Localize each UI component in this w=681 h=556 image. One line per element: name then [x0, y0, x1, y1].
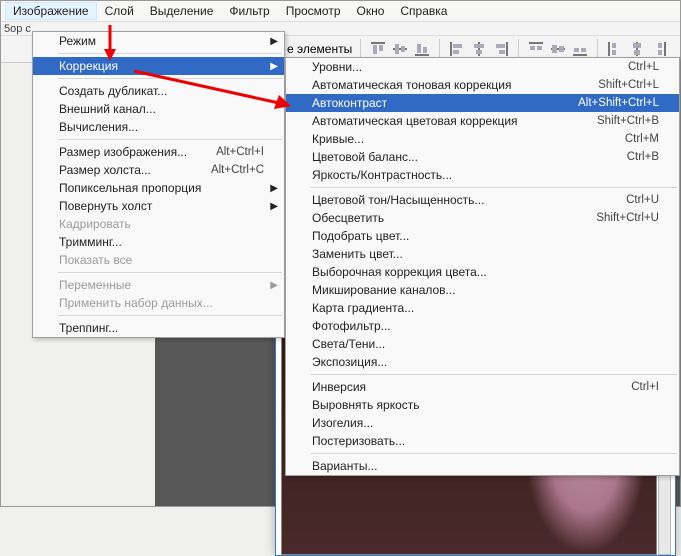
- menu-mode[interactable]: Режим▶: [33, 32, 284, 50]
- menubar: Изображение Слой Выделение Фильтр Просмо…: [1, 1, 680, 21]
- menu-hue-saturation[interactable]: Цветовой тон/Насыщенность...Ctrl+U: [286, 191, 679, 209]
- align-top-icon[interactable]: [369, 40, 387, 58]
- menu-replace-color[interactable]: Заменить цвет...: [286, 245, 679, 263]
- align-hcenter-icon[interactable]: [470, 40, 488, 58]
- menu-pixel-aspect[interactable]: Попиксельная пропорция▶: [33, 179, 284, 197]
- menu-shadows-highlights[interactable]: Света/Тени...: [286, 335, 679, 353]
- distribute-hcenter-icon[interactable]: [628, 40, 646, 58]
- menu-auto-color[interactable]: Автоматическая цветовая коррекцияShift+C…: [286, 112, 679, 130]
- menu-invert[interactable]: ИнверсияCtrl+I: [286, 378, 679, 396]
- menu-brightness-contrast[interactable]: Яркость/Контрастность...: [286, 166, 679, 184]
- menu-threshold[interactable]: Изогелия...: [286, 414, 679, 432]
- distribute-left-icon[interactable]: [606, 40, 624, 58]
- menu-separator: [58, 272, 282, 273]
- distribute-top-icon[interactable]: [527, 40, 545, 58]
- menu-separator: [58, 53, 282, 54]
- adjustments-submenu: Уровни...Ctrl+L Автоматическая тоновая к…: [285, 57, 680, 476]
- menu-separator: [311, 374, 677, 375]
- menu-variations[interactable]: Варианты...: [286, 457, 679, 475]
- toolbar-separator: [518, 39, 519, 59]
- options-strip-fragment: 5ор с: [4, 23, 31, 35]
- menu-separator: [58, 78, 282, 79]
- menu-calculations[interactable]: Вычисления...: [33, 118, 284, 136]
- menu-separator: [311, 453, 677, 454]
- menu-match-color[interactable]: Подобрать цвет...: [286, 227, 679, 245]
- menu-variables: Переменные▶: [33, 276, 284, 294]
- menu-channel-mixer[interactable]: Микширование каналов...: [286, 281, 679, 299]
- menu-view[interactable]: Просмотр: [278, 2, 349, 20]
- menu-window[interactable]: Окно: [349, 2, 393, 20]
- menu-canvas-size[interactable]: Размер холста...Alt+Ctrl+C: [33, 161, 284, 179]
- menu-filter[interactable]: Фильтр: [221, 2, 277, 20]
- distribute-right-icon[interactable]: [650, 40, 668, 58]
- menu-selection[interactable]: Выделение: [142, 2, 222, 20]
- align-vcenter-icon[interactable]: [391, 40, 409, 58]
- toolbar-separator: [597, 39, 598, 59]
- menu-selective-color[interactable]: Выборочная коррекция цвета...: [286, 263, 679, 281]
- toolbar-separator: [360, 39, 361, 59]
- menu-exposure[interactable]: Экспозиция...: [286, 353, 679, 371]
- menu-crop: Кадрировать: [33, 215, 284, 233]
- menu-gradient-map[interactable]: Карта градиента...: [286, 299, 679, 317]
- menu-auto-tone[interactable]: Автоматическая тоновая коррекцияShift+Ct…: [286, 76, 679, 94]
- image-menu: Режим▶ Коррекция▶ Создать дубликат... Вн…: [32, 31, 285, 338]
- submenu-arrow-icon: ▶: [270, 280, 278, 291]
- menu-separator: [311, 187, 677, 188]
- align-left-icon[interactable]: [448, 40, 466, 58]
- menu-image-size[interactable]: Размер изображения...Alt+Ctrl+I: [33, 143, 284, 161]
- align-right-icon[interactable]: [492, 40, 510, 58]
- menu-photo-filter[interactable]: Фотофильтр...: [286, 317, 679, 335]
- menu-duplicate[interactable]: Создать дубликат...: [33, 82, 284, 100]
- menu-color-balance[interactable]: Цветовой баланс...Ctrl+B: [286, 148, 679, 166]
- distribute-vcenter-icon[interactable]: [549, 40, 567, 58]
- menu-levels[interactable]: Уровни...Ctrl+L: [286, 58, 679, 76]
- submenu-arrow-icon: ▶: [270, 201, 278, 212]
- menu-rotate-canvas[interactable]: Повернуть холст▶: [33, 197, 284, 215]
- menu-layer[interactable]: Слой: [97, 2, 142, 20]
- options-bar-text: е элементы: [287, 42, 352, 56]
- submenu-arrow-icon: ▶: [270, 36, 278, 47]
- menu-correction[interactable]: Коррекция▶: [33, 57, 284, 75]
- submenu-arrow-icon: ▶: [270, 183, 278, 194]
- toolbar-separator: [439, 39, 440, 59]
- distribute-bottom-icon[interactable]: [571, 40, 589, 58]
- menu-curves[interactable]: Кривые...Ctrl+M: [286, 130, 679, 148]
- menu-equalize[interactable]: Выровнять яркость: [286, 396, 679, 414]
- menu-trim[interactable]: Тримминг...: [33, 233, 284, 251]
- submenu-arrow-icon: ▶: [270, 61, 278, 72]
- menu-separator: [58, 315, 282, 316]
- menu-apply-dataset: Применить набор данных...: [33, 294, 284, 312]
- menu-desaturate[interactable]: ОбесцветитьShift+Ctrl+U: [286, 209, 679, 227]
- align-bottom-icon[interactable]: [413, 40, 431, 58]
- menu-help[interactable]: Справка: [392, 2, 455, 20]
- menu-separator: [58, 139, 282, 140]
- menu-image[interactable]: Изображение: [5, 2, 97, 20]
- menu-apply-image[interactable]: Внешний канал...: [33, 100, 284, 118]
- menu-trap[interactable]: Треппинг...: [33, 319, 284, 337]
- menu-auto-contrast[interactable]: АвтоконтрастAlt+Shift+Ctrl+L: [286, 94, 679, 112]
- menu-reveal-all: Показать все: [33, 251, 284, 269]
- menu-posterize[interactable]: Постеризовать...: [286, 432, 679, 450]
